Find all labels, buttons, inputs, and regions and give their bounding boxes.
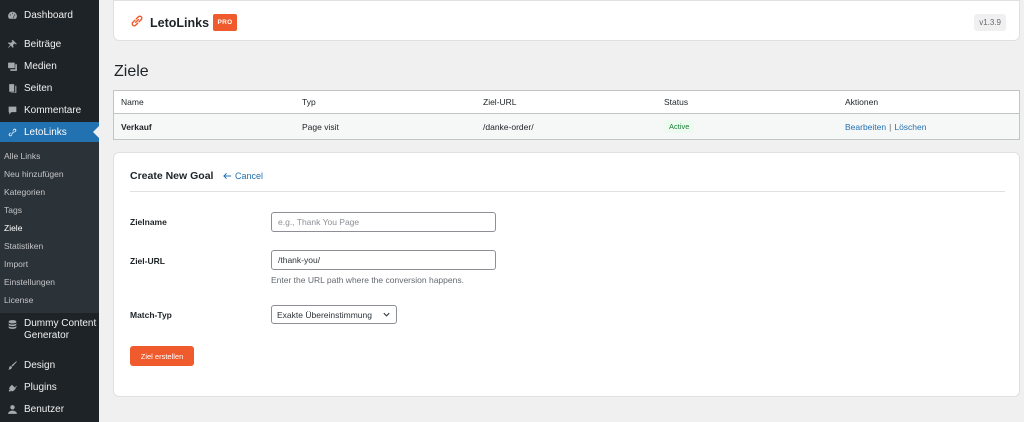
letolinks-logo-icon [131,15,143,27]
delete-link[interactable]: Löschen [894,122,926,132]
table-header-row: Name Typ Ziel-URL Status Aktionen [114,91,1019,114]
submenu-alle-links[interactable]: Alle Links [4,151,40,161]
admin-sidebar: Dashboard Beiträge Medien Seiten Komment… [0,0,99,422]
submenu-kategorien[interactable]: Kategorien [4,187,45,197]
link-icon [2,127,22,138]
submenu-statistiken[interactable]: Statistiken [4,241,43,251]
brush-icon [2,360,22,371]
pro-badge: PRO [213,14,237,31]
sidebar-item-label: Beiträge [24,38,62,50]
submenu-import[interactable]: Import [4,259,28,269]
status-badge: Active [664,120,695,133]
create-goal-form: Create New Goal Cancel Zielname Ziel-URL… [113,152,1020,397]
submenu-tags[interactable]: Tags [4,205,22,215]
media-icon [2,61,22,72]
sidebar-item-benutzer[interactable]: Benutzer [0,400,99,418]
comment-icon [2,105,22,116]
plugin-header: LetoLinks PRO v1.3.9 [113,0,1020,41]
match-type-select[interactable]: Exakte Übereinstimmung [271,305,397,324]
sidebar-item-label: Medien [24,60,57,72]
submenu-neu-hinzufuegen[interactable]: Neu hinzufügen [4,169,64,179]
submenu-ziele[interactable]: Ziele [4,223,22,233]
match-type-label: Match-Typ [130,310,172,320]
goal-status-cell: Active [664,114,695,139]
page-title: Ziele [114,63,149,80]
submenu-license[interactable]: License [4,295,33,305]
column-header-aktionen: Aktionen [845,97,879,107]
sidebar-item-label: Dashboard [24,9,73,21]
plug-icon [2,382,22,393]
sidebar-item-dummy-content-generator[interactable]: Dummy Content Generator [0,318,99,344]
form-divider [130,191,1005,192]
pin-icon [2,39,22,50]
goal-name-input[interactable] [271,212,496,232]
create-goal-button[interactable]: Ziel erstellen [130,346,194,366]
sidebar-item-label-line2: Generator [24,330,70,341]
goal-url-input[interactable] [271,250,496,270]
goal-name: Verkauf [121,121,152,132]
dashboard-icon [2,10,22,21]
sidebar-item-label: Dummy Content Generator [24,318,96,342]
version-badge: v1.3.9 [974,14,1006,31]
sidebar-item-design[interactable]: Design [0,356,99,374]
goal-url-label: Ziel-URL [130,256,165,266]
column-header-name: Name [121,97,144,107]
database-icon [2,319,22,330]
form-title: Create New Goal [130,170,214,182]
pages-icon [2,83,22,94]
column-header-status: Status [664,97,689,107]
sidebar-item-label-line1: Dummy Content [24,318,97,329]
sidebar-item-kommentare[interactable]: Kommentare [0,101,99,119]
chevron-down-icon [383,312,390,317]
arrow-left-icon [223,172,232,180]
submenu-einstellungen[interactable]: Einstellungen [4,277,55,287]
sidebar-item-label: Plugins [24,381,57,393]
goal-url: /danke-order/ [483,121,534,132]
column-header-typ: Typ [302,97,316,107]
sidebar-item-plugins[interactable]: Plugins [0,378,99,396]
sidebar-item-seiten[interactable]: Seiten [0,79,99,97]
cancel-link-label: Cancel [235,171,264,181]
letolinks-submenu: Alle Links Neu hinzufügen Kategorien Tag… [0,142,99,313]
sidebar-item-label: LetoLinks [24,126,67,138]
sidebar-item-label: Benutzer [24,403,65,415]
cancel-link[interactable]: Cancel [223,171,263,181]
sidebar-item-letolinks[interactable]: LetoLinks [0,122,99,142]
table-row: Verkauf Page visit /danke-order/ Active … [114,114,1019,139]
user-icon [2,404,22,415]
goal-actions: Bearbeiten | Löschen [845,114,926,139]
sidebar-item-label: Seiten [24,82,53,94]
sidebar-item-medien[interactable]: Medien [0,57,99,75]
column-header-ziel-url: Ziel-URL [483,97,517,107]
goal-type: Page visit [302,121,339,132]
brand-name: LetoLinks [150,16,210,30]
sidebar-item-dashboard[interactable]: Dashboard [0,6,99,24]
action-separator: | [889,121,892,132]
sidebar-item-label: Kommentare [24,104,82,116]
edit-link[interactable]: Bearbeiten [845,122,886,132]
sidebar-item-label: Design [24,359,56,371]
match-type-selected: Exakte Übereinstimmung [277,309,372,320]
sidebar-item-beitraege[interactable]: Beiträge [0,35,99,53]
goals-table: Name Typ Ziel-URL Status Aktionen Verkau… [113,90,1020,140]
goal-name-label: Zielname [130,217,167,227]
goal-url-hint: Enter the URL path where the conversion … [271,275,464,285]
